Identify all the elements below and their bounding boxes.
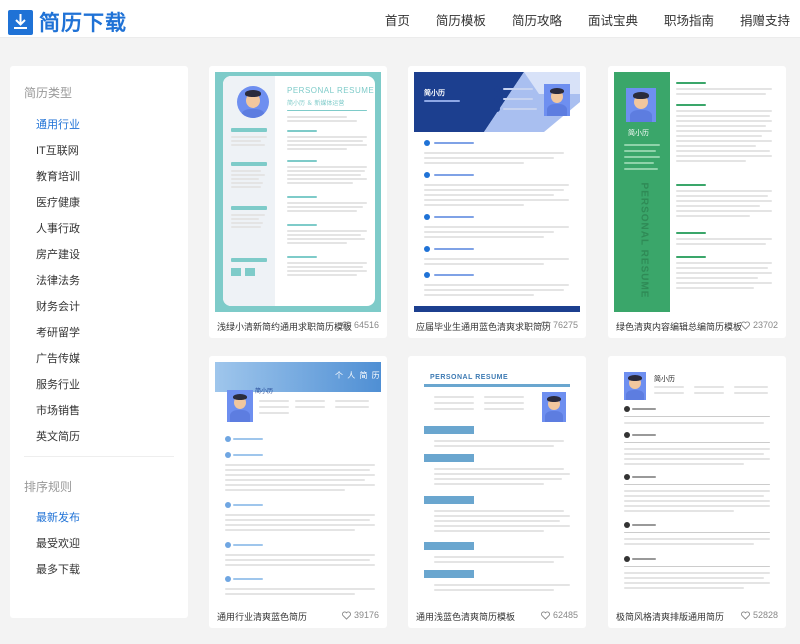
- category-general[interactable]: 通用行业: [36, 116, 80, 132]
- template-title[interactable]: 极简风格清爽排版通用简历: [616, 610, 724, 623]
- category-english[interactable]: 英文简历: [36, 428, 80, 444]
- main-nav: 首页 简历模板 简历攻略 面试宝典 职场指南 捐赠支持: [359, 0, 790, 38]
- avatar: [237, 86, 269, 118]
- template-thumbnail[interactable]: PERSONAL RESUME: [414, 362, 580, 602]
- category-media[interactable]: 广告传媒: [36, 350, 80, 366]
- heart-icon: [540, 610, 550, 620]
- like-count-value: 76275: [552, 320, 578, 330]
- template-card[interactable]: 个 人 简 历 简小历 通用行业清爽蓝色简历 39176: [209, 356, 387, 628]
- resume-name: 简小历: [255, 389, 274, 395]
- nav-donate[interactable]: 捐赠支持: [740, 10, 790, 29]
- category-education[interactable]: 教育培训: [36, 168, 80, 184]
- avatar: [542, 392, 566, 422]
- template-title[interactable]: 绿色清爽内容编辑总编简历模板: [616, 320, 742, 333]
- resume-side-text: PERSONAL RESUME: [638, 182, 650, 298]
- category-legal[interactable]: 法律法务: [36, 272, 80, 288]
- category-finance[interactable]: 财务会计: [36, 298, 80, 314]
- avatar: [227, 390, 253, 422]
- template-thumbnail[interactable]: 简小历: [614, 362, 780, 602]
- category-medical[interactable]: 医疗健康: [36, 194, 80, 210]
- site-logo[interactable]: 简历下载: [8, 7, 127, 37]
- like-count[interactable]: 52828: [740, 610, 778, 620]
- template-card[interactable]: PERSONAL RESUME 简小历 ＆ 新媒体运营 浅绿小清新简约通用求职简…: [209, 66, 387, 338]
- top-header: 简历下载 首页 简历模板 简历攻略 面试宝典 职场指南 捐赠支持: [0, 0, 800, 38]
- template-card[interactable]: 简小历 PERSONAL RESUME 绿色清爽内容编辑总编简历模板 23702: [608, 66, 786, 338]
- like-count[interactable]: 76275: [540, 320, 578, 330]
- nav-career[interactable]: 职场指南: [664, 10, 714, 29]
- like-count-value: 52828: [752, 610, 778, 620]
- like-count-value: 23702: [752, 320, 778, 330]
- like-count[interactable]: 39176: [341, 610, 379, 620]
- template-title[interactable]: 通用浅蓝色清爽简历模板: [416, 610, 515, 623]
- resume-name: 简小历: [424, 90, 445, 97]
- logo-text: 简历下载: [39, 12, 127, 35]
- avatar: [544, 84, 570, 116]
- sort-newest[interactable]: 最新发布: [36, 509, 80, 525]
- resume-name: 简小历: [628, 130, 649, 137]
- sort-title: 排序规则: [24, 480, 73, 494]
- nav-interview[interactable]: 面试宝典: [588, 10, 638, 29]
- like-count[interactable]: 62485: [540, 610, 578, 620]
- category-title: 简历类型: [24, 86, 73, 100]
- nav-guides[interactable]: 简历攻略: [512, 10, 562, 29]
- template-card[interactable]: 简小历 应届毕业生通用蓝色清爽求职简历 76275: [408, 66, 586, 338]
- heart-icon: [740, 610, 750, 620]
- download-icon: [8, 9, 33, 35]
- template-title[interactable]: 通用行业清爽蓝色简历: [217, 610, 307, 623]
- nav-home[interactable]: 首页: [385, 10, 410, 29]
- resume-header-text: PERSONAL RESUME: [430, 374, 509, 381]
- filter-sidebar: 简历类型 通用行业 IT互联网 教育培训 医疗健康 人事行政 房产建设 法律法务…: [10, 66, 188, 618]
- like-count-value: 62485: [552, 610, 578, 620]
- category-service[interactable]: 服务行业: [36, 376, 80, 392]
- like-count[interactable]: 64516: [341, 320, 379, 330]
- nav-templates[interactable]: 简历模板: [436, 10, 486, 29]
- like-count-value: 64516: [353, 320, 379, 330]
- category-graduate[interactable]: 考研留学: [36, 324, 80, 340]
- category-sales[interactable]: 市场销售: [36, 402, 80, 418]
- heart-icon: [540, 320, 550, 330]
- heart-icon: [740, 320, 750, 330]
- sort-popular[interactable]: 最受欢迎: [36, 535, 80, 551]
- template-thumbnail[interactable]: 简小历: [414, 72, 580, 312]
- sort-downloads[interactable]: 最多下载: [36, 561, 80, 577]
- heart-icon: [341, 610, 351, 620]
- like-count[interactable]: 23702: [740, 320, 778, 330]
- resume-header-text: PERSONAL RESUME: [287, 86, 375, 95]
- template-thumbnail[interactable]: 个 人 简 历 简小历: [215, 362, 381, 602]
- category-realestate[interactable]: 房产建设: [36, 246, 80, 262]
- resume-header-text: 个 人 简 历: [335, 371, 381, 380]
- like-count-value: 39176: [353, 610, 379, 620]
- category-it[interactable]: IT互联网: [36, 142, 79, 158]
- sidebar-divider: [24, 456, 174, 457]
- template-title[interactable]: 浅绿小清新简约通用求职简历模板: [217, 320, 352, 333]
- resume-name: 简小历: [654, 376, 675, 383]
- avatar: [626, 88, 656, 122]
- template-thumbnail[interactable]: 简小历 PERSONAL RESUME: [614, 72, 780, 312]
- template-thumbnail[interactable]: PERSONAL RESUME 简小历 ＆ 新媒体运营: [215, 72, 381, 312]
- category-hr[interactable]: 人事行政: [36, 220, 80, 236]
- avatar: [624, 372, 646, 400]
- template-card[interactable]: PERSONAL RESUME 通用浅蓝色清爽简历模板 62485: [408, 356, 586, 628]
- heart-icon: [341, 320, 351, 330]
- template-title[interactable]: 应届毕业生通用蓝色清爽求职简历: [416, 320, 551, 333]
- template-card[interactable]: 简小历 极简风格清爽排版通用简历 52828: [608, 356, 786, 628]
- resume-name: 简小历 ＆ 新媒体运营: [287, 101, 345, 107]
